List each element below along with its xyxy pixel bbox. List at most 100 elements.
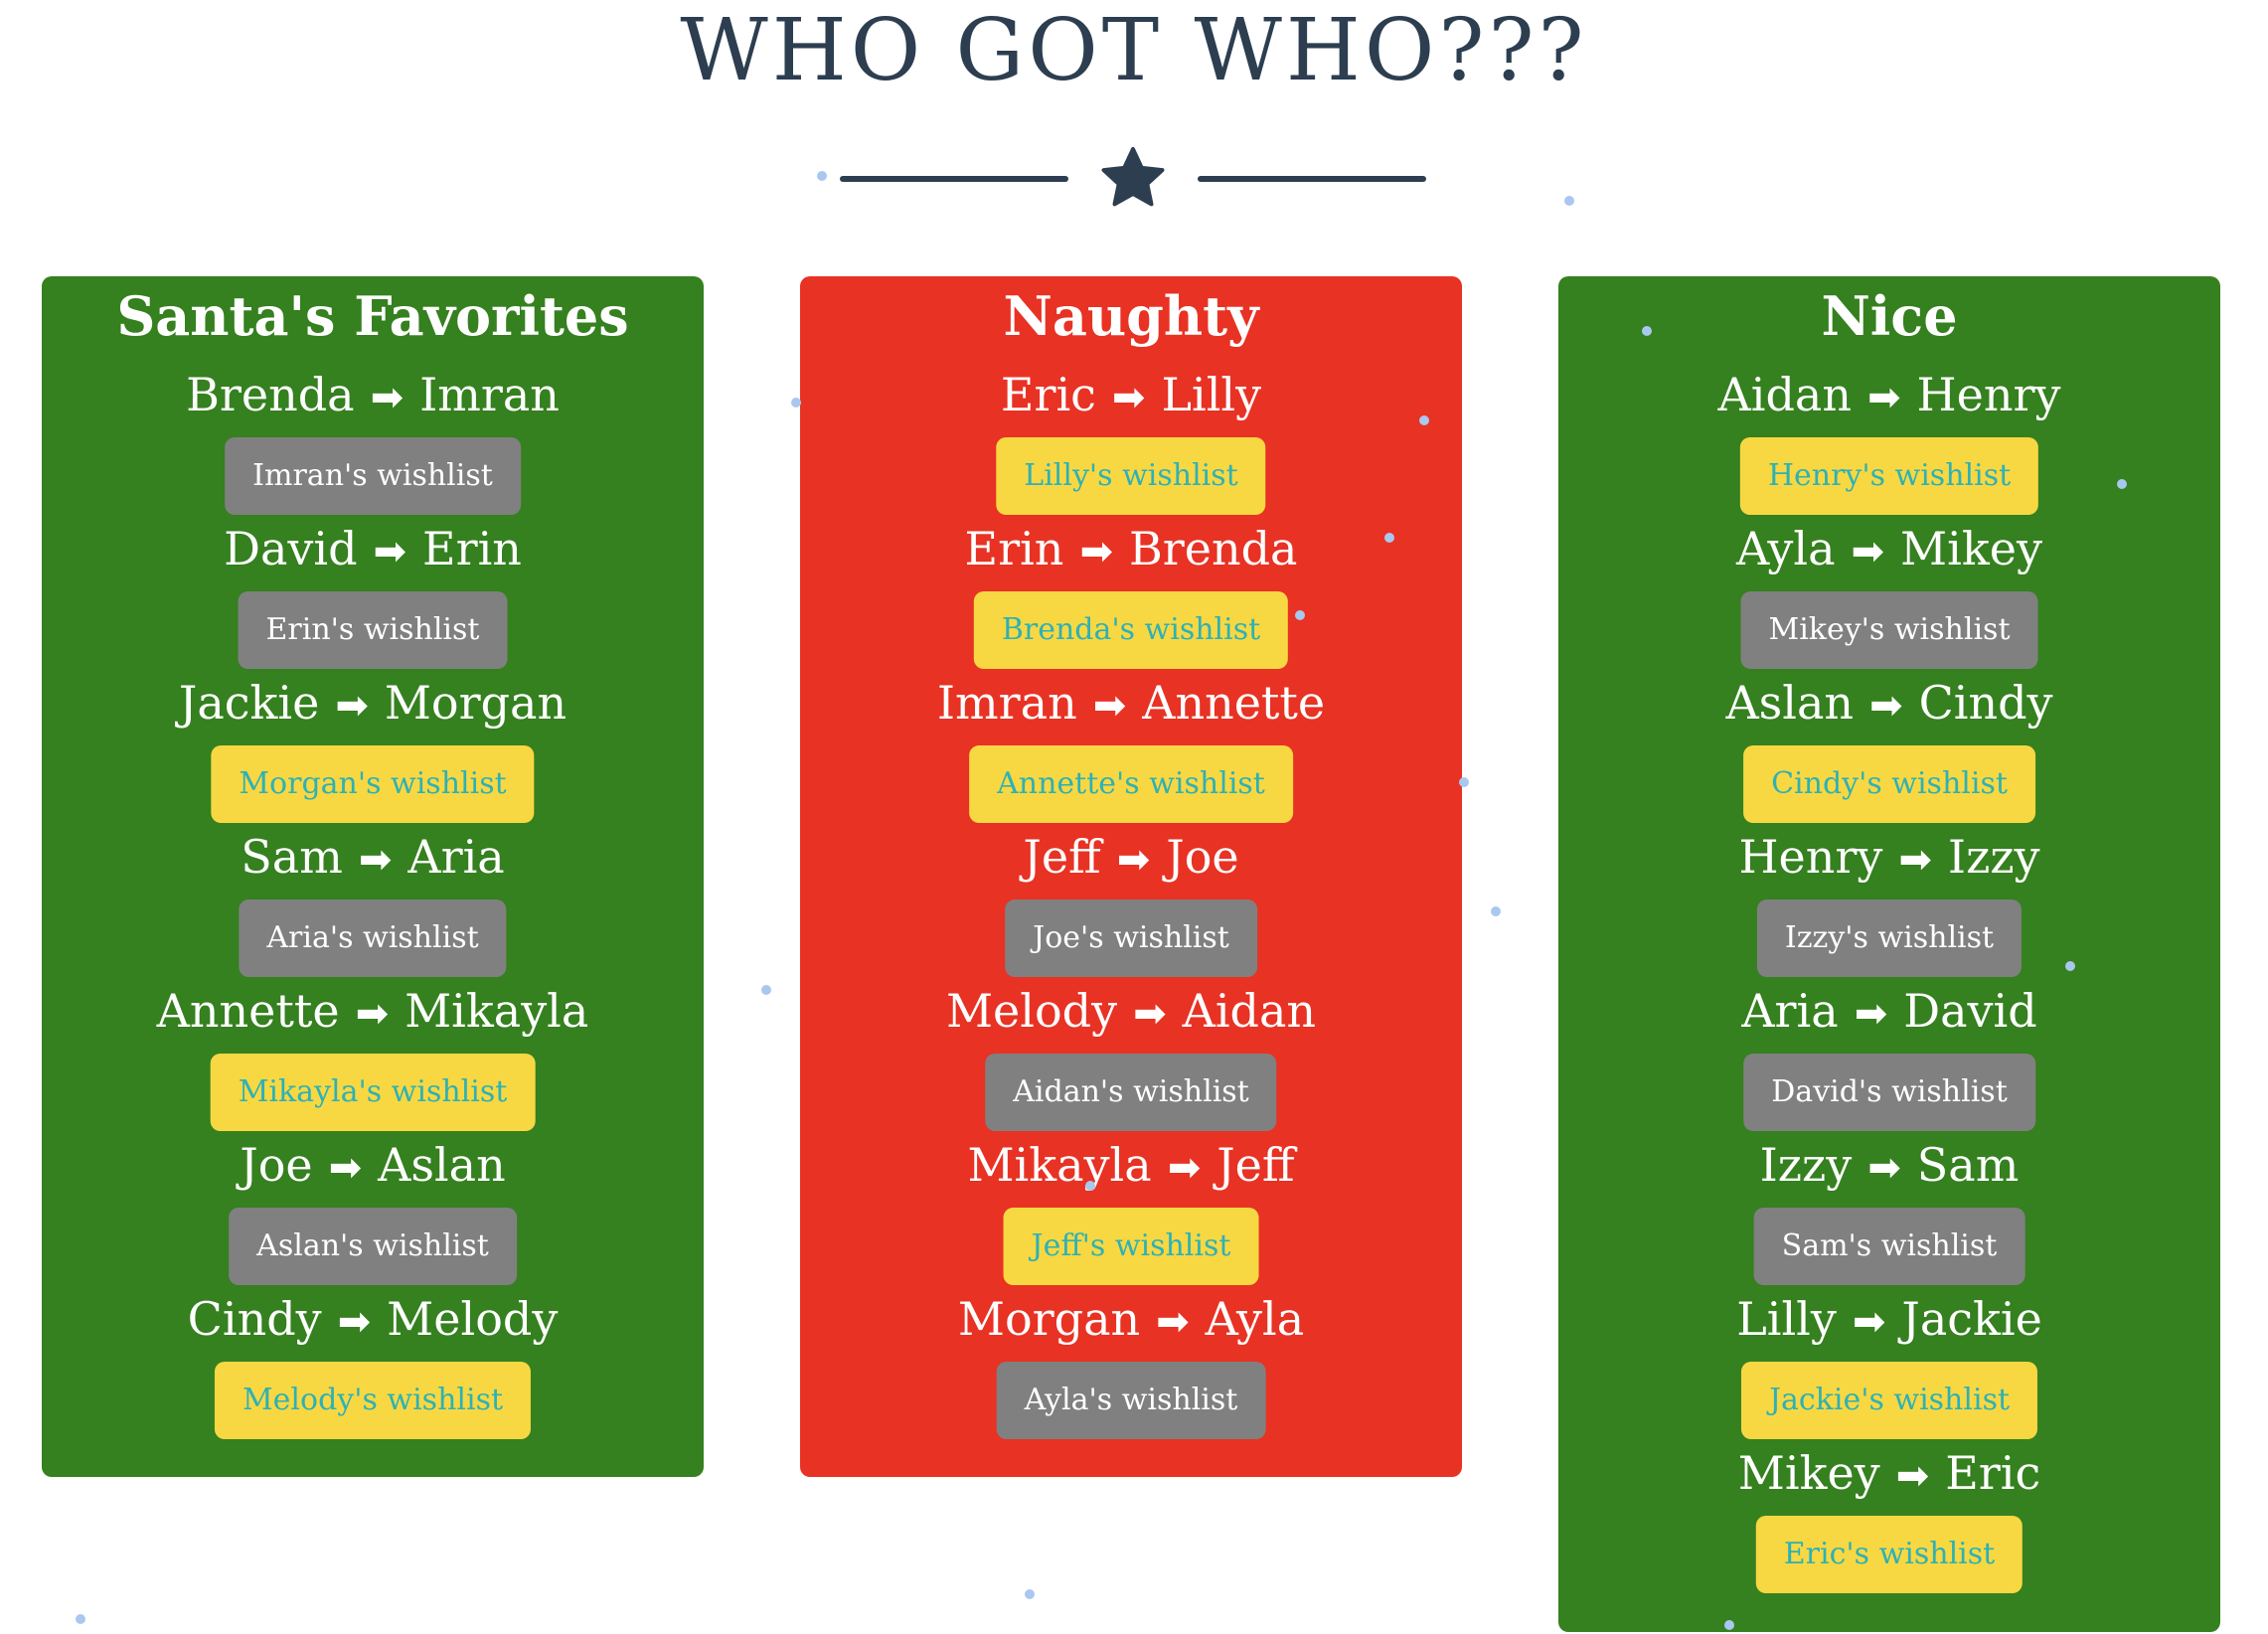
receiver-name: Mikey	[1900, 522, 2042, 575]
wishlist-button[interactable]: Sam's wishlist	[1753, 1208, 2025, 1285]
right-arrow-icon: ➡	[328, 1145, 363, 1191]
pairing-text: Melody ➡ Aidan	[800, 976, 1462, 1046]
pairing-item: David ➡ Erin Erin's wishlist	[42, 514, 704, 669]
giver-name: Jeff	[1023, 830, 1101, 884]
column-title: Santa's Favorites	[116, 284, 629, 348]
receiver-name: Ayla	[1205, 1292, 1305, 1346]
giver-name: Aria	[1741, 984, 1839, 1038]
receiver-name: Melody	[387, 1292, 559, 1346]
pairing-item: Aidan ➡ Henry Henry's wishlist	[1558, 360, 2220, 515]
pairing-text: Lilly ➡ Jackie	[1558, 1284, 2220, 1354]
receiver-name: Annette	[1142, 676, 1326, 730]
right-arrow-icon: ➡	[1866, 375, 1901, 420]
right-arrow-icon: ➡	[1167, 1145, 1202, 1191]
receiver-name: Cindy	[1918, 676, 2053, 730]
pairing-text: Ayla ➡ Mikey	[1558, 514, 2220, 583]
right-arrow-icon: ➡	[1867, 1145, 1901, 1191]
snow-dot	[1491, 906, 1501, 916]
pairing-text: Jackie ➡ Morgan	[42, 668, 704, 737]
pairing-item: Jeff ➡ Joe Joe's wishlist	[800, 822, 1462, 977]
wishlist-button[interactable]: Aidan's wishlist	[985, 1054, 1277, 1131]
pairing-item: Ayla ➡ Mikey Mikey's wishlist	[1558, 514, 2220, 669]
receiver-name: Eric	[1945, 1446, 2041, 1500]
wishlist-button[interactable]: Melody's wishlist	[214, 1362, 532, 1439]
pairing-item: Aria ➡ David David's wishlist	[1558, 976, 2220, 1131]
pairing-text: Aria ➡ David	[1558, 976, 2220, 1046]
wishlist-button[interactable]: Henry's wishlist	[1739, 437, 2039, 515]
right-arrow-icon: ➡	[1895, 1453, 1930, 1499]
pairing-item: Sam ➡ Aria Aria's wishlist	[42, 822, 704, 977]
wishlist-button[interactable]: Annette's wishlist	[969, 745, 1293, 823]
receiver-name: Aidan	[1182, 984, 1317, 1038]
right-arrow-icon: ➡	[1079, 529, 1113, 574]
pairing-text: Brenda ➡ Imran	[42, 360, 704, 429]
pairing-item: Joe ➡ Aslan Aslan's wishlist	[42, 1130, 704, 1285]
right-arrow-icon: ➡	[1116, 837, 1151, 883]
snow-dot	[1419, 415, 1429, 425]
right-arrow-icon: ➡	[1156, 1299, 1190, 1345]
right-arrow-icon: ➡	[1854, 991, 1888, 1037]
wishlist-button[interactable]: Ayla's wishlist	[996, 1362, 1266, 1439]
right-arrow-icon: ➡	[1111, 375, 1146, 420]
snow-dot	[761, 985, 771, 995]
pairing-text: Aidan ➡ Henry	[1558, 360, 2220, 429]
giver-name: Henry	[1738, 830, 1883, 884]
receiver-name: Sam	[1916, 1138, 2020, 1192]
wishlist-button[interactable]: David's wishlist	[1743, 1054, 2035, 1131]
wishlist-button[interactable]: Mikey's wishlist	[1740, 591, 2038, 669]
right-arrow-icon: ➡	[1133, 991, 1167, 1037]
receiver-name: Imran	[419, 368, 560, 421]
wishlist-button[interactable]: Brenda's wishlist	[973, 591, 1289, 669]
pairing-text: Henry ➡ Izzy	[1558, 822, 2220, 892]
wishlist-button[interactable]: Aria's wishlist	[239, 899, 507, 977]
wishlist-button[interactable]: Imran's wishlist	[225, 437, 521, 515]
wishlist-button[interactable]: Jackie's wishlist	[1740, 1362, 2038, 1439]
pairing-text: Aslan ➡ Cindy	[1558, 668, 2220, 737]
pairing-text: David ➡ Erin	[42, 514, 704, 583]
pairing-item: Jackie ➡ Morgan Morgan's wishlist	[42, 668, 704, 823]
column-title: Nice	[1821, 284, 1958, 348]
wishlist-button[interactable]: Morgan's wishlist	[211, 745, 535, 823]
pairing-item: Melody ➡ Aidan Aidan's wishlist	[800, 976, 1462, 1131]
giver-name: Sam	[241, 830, 343, 884]
pairing-item: Erin ➡ Brenda Brenda's wishlist	[800, 514, 1462, 669]
receiver-name: David	[1903, 984, 2037, 1038]
pairing-item: Imran ➡ Annette Annette's wishlist	[800, 668, 1462, 823]
page-title: WHO GOT WHO???	[680, 1, 1588, 100]
right-arrow-icon: ➡	[1092, 683, 1127, 729]
snow-dot	[1459, 777, 1469, 787]
wishlist-button[interactable]: Lilly's wishlist	[996, 437, 1266, 515]
pairing-text: Annette ➡ Mikayla	[42, 976, 704, 1046]
giver-name: Jackie	[178, 676, 320, 730]
pairing-item: Izzy ➡ Sam Sam's wishlist	[1558, 1130, 2220, 1285]
snow-dot	[76, 1614, 85, 1624]
pairing-item: Brenda ➡ Imran Imran's wishlist	[42, 360, 704, 515]
receiver-name: Izzy	[1947, 830, 2040, 884]
receiver-name: Henry	[1916, 368, 2061, 421]
wishlist-button[interactable]: Erin's wishlist	[238, 591, 508, 669]
pairing-item: Mikayla ➡ Jeff Jeff's wishlist	[800, 1130, 1462, 1285]
right-arrow-icon: ➡	[373, 529, 407, 574]
right-arrow-icon: ➡	[335, 683, 369, 729]
pairing-item: Annette ➡ Mikayla Mikayla's wishlist	[42, 976, 704, 1131]
wishlist-button[interactable]: Izzy's wishlist	[1756, 899, 2023, 977]
right-arrow-icon: ➡	[1851, 529, 1885, 574]
receiver-name: Joe	[1166, 830, 1239, 884]
wishlist-button[interactable]: Eric's wishlist	[1755, 1516, 2024, 1593]
wishlist-button[interactable]: Mikayla's wishlist	[210, 1054, 536, 1131]
wishlist-button[interactable]: Cindy's wishlist	[1743, 745, 2035, 823]
pairing-text: Mikey ➡ Eric	[1558, 1438, 2220, 1508]
wishlist-button[interactable]: Aslan's wishlist	[229, 1208, 517, 1285]
pairing-text: Erin ➡ Brenda	[800, 514, 1462, 583]
snow-dot	[1295, 610, 1305, 620]
snow-dot	[2065, 961, 2075, 971]
pairing-item: Morgan ➡ Ayla Ayla's wishlist	[800, 1284, 1462, 1439]
wishlist-button[interactable]: Joe's wishlist	[1005, 899, 1257, 977]
snow-dot	[1642, 326, 1652, 336]
giver-name: Ayla	[1736, 522, 1836, 575]
right-arrow-icon: ➡	[337, 1299, 372, 1345]
pairing-text: Imran ➡ Annette	[800, 668, 1462, 737]
wishlist-button[interactable]: Jeff's wishlist	[1003, 1208, 1259, 1285]
giver-name: Aidan	[1717, 368, 1852, 421]
right-arrow-icon: ➡	[1869, 683, 1903, 729]
